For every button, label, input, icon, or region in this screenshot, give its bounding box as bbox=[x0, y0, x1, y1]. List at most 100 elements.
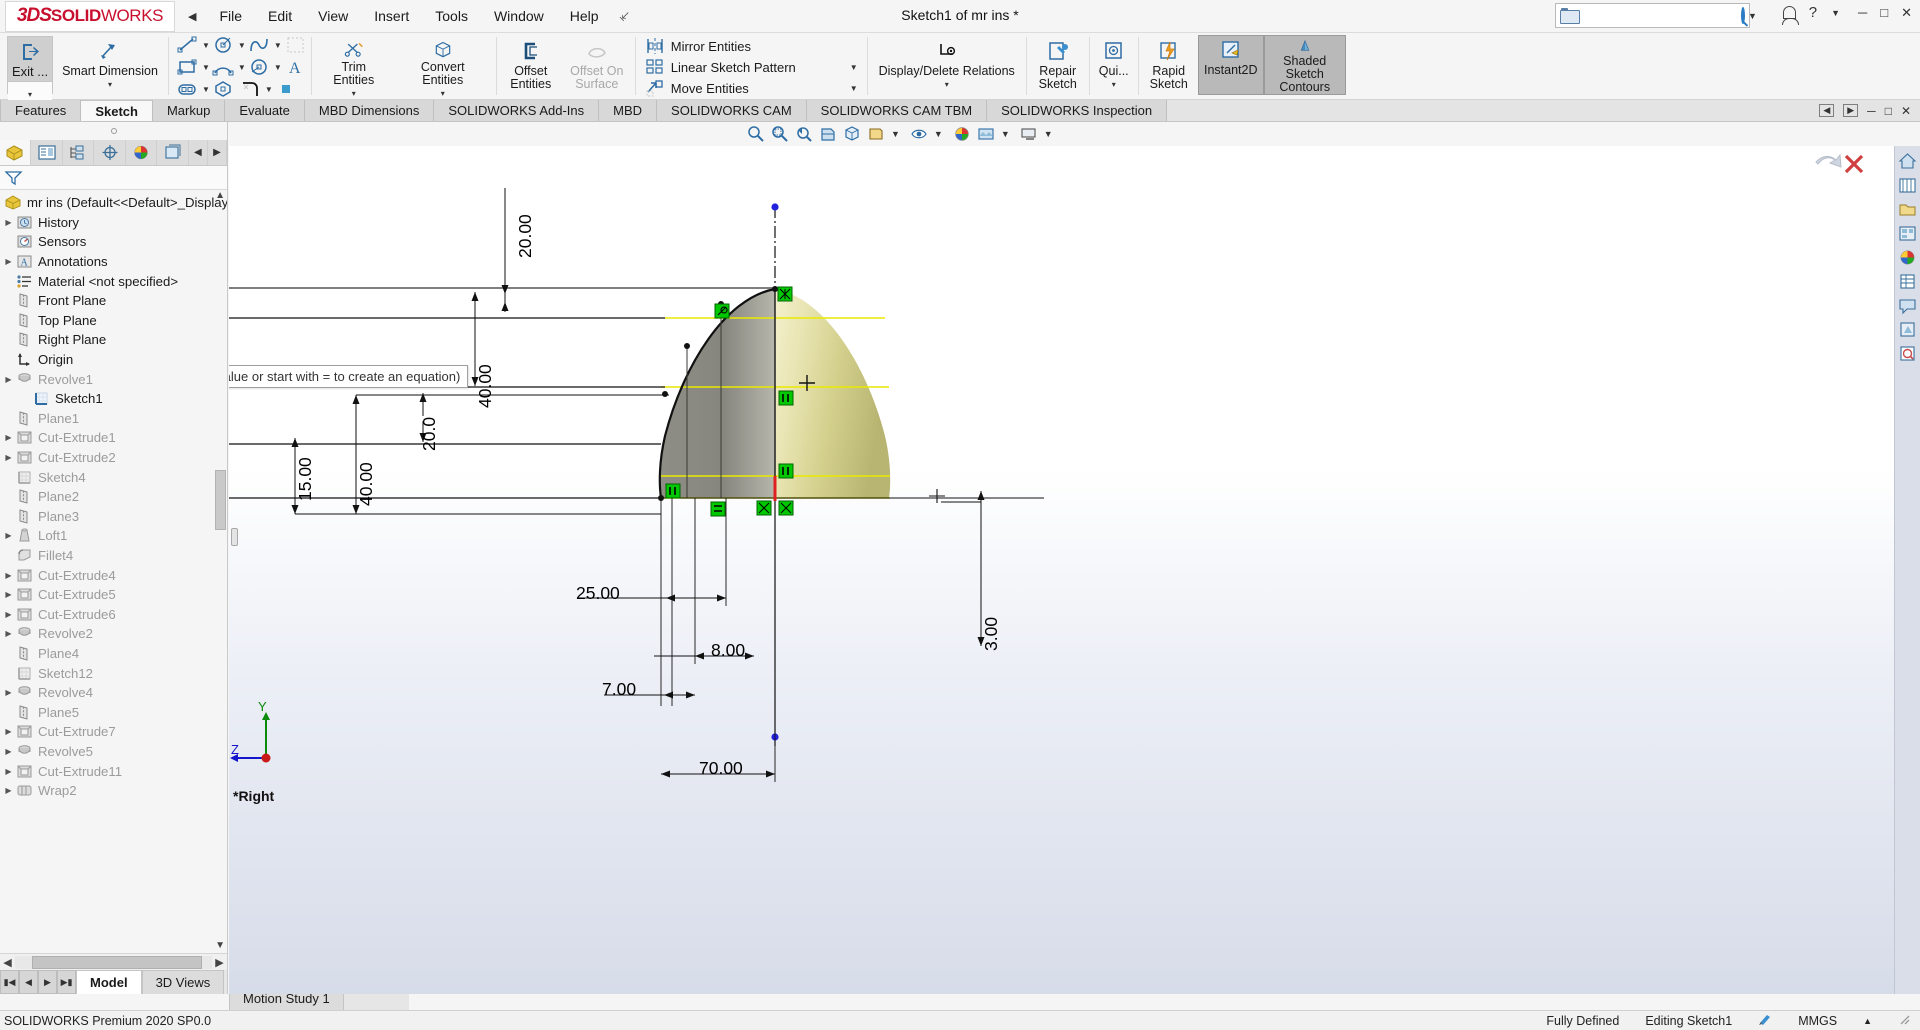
tree-item-sketch4[interactable]: Sketch4 bbox=[0, 467, 227, 487]
tree-item-right-plane[interactable]: Right Plane bbox=[0, 330, 227, 350]
point-tool-button[interactable] bbox=[274, 80, 300, 98]
menu-window[interactable]: Window bbox=[481, 5, 557, 27]
tree-scrollbar-thumb[interactable] bbox=[215, 470, 226, 530]
tree-item-material-not-specified[interactable]: Material <not specified> bbox=[0, 271, 227, 291]
relation-vertical-1[interactable] bbox=[778, 390, 794, 406]
instant2d-button[interactable]: Instant2D bbox=[1197, 35, 1264, 95]
tree-expand-chevron-icon[interactable]: ▶ bbox=[2, 571, 15, 580]
apply-scene-icon[interactable] bbox=[976, 124, 996, 144]
hide-show-items-icon[interactable] bbox=[909, 124, 929, 144]
apply-scene-chevron-icon[interactable]: ▼ bbox=[1001, 129, 1010, 139]
tree-expand-chevron-icon[interactable]: ▶ bbox=[2, 747, 15, 756]
tree-expand-chevron-icon[interactable]: ▶ bbox=[2, 218, 15, 227]
doc-minimize-icon[interactable]: ─ bbox=[1867, 104, 1876, 118]
tree-item-plane1[interactable]: Plane1 bbox=[0, 409, 227, 429]
repair-sketch-button[interactable]: Repair Sketch bbox=[1030, 37, 1086, 99]
hide-show-chevron-icon[interactable]: ▼ bbox=[934, 129, 943, 139]
tree-item-revolve4[interactable]: ▶ Revolve4 bbox=[0, 683, 227, 703]
close-icon[interactable]: ✕ bbox=[1901, 5, 1912, 21]
tree-expand-chevron-icon[interactable]: ▶ bbox=[2, 453, 15, 462]
solidworks-forum-icon[interactable] bbox=[1897, 294, 1919, 316]
polygon-tool-button[interactable] bbox=[211, 80, 237, 98]
bottom-tab-model[interactable]: Model bbox=[76, 970, 142, 994]
ellipse-chevron-icon[interactable]: ▼ bbox=[274, 63, 282, 72]
tab-mbd[interactable]: MBD bbox=[599, 100, 658, 121]
tab-mbd-dimensions[interactable]: MBD Dimensions bbox=[304, 100, 435, 121]
rectangle-tool-button[interactable] bbox=[175, 58, 201, 76]
units-label[interactable]: MMGS bbox=[1798, 1014, 1837, 1028]
dimension-15[interactable]: 15.00 bbox=[295, 457, 316, 501]
tab-solidworks-add-ins[interactable]: SOLIDWORKS Add-Ins bbox=[434, 100, 600, 121]
tab-sketch[interactable]: Sketch bbox=[81, 100, 153, 121]
view-orientation-icon[interactable] bbox=[842, 124, 862, 144]
tree-item-cut-extrude2[interactable]: ▶ Cut-Extrude2 bbox=[0, 448, 227, 468]
help-chevron-icon[interactable]: ▼ bbox=[1831, 8, 1840, 18]
search-icon[interactable] bbox=[1741, 7, 1745, 24]
tree-item-loft1[interactable]: ▶ Loft1 bbox=[0, 526, 227, 546]
sketch-point-2[interactable] bbox=[684, 343, 690, 349]
appearances-scenes-icon[interactable] bbox=[1897, 246, 1919, 268]
tree-item-cut-extrude1[interactable]: ▶ Cut-Extrude1 bbox=[0, 428, 227, 448]
tree-hscroll-right-icon[interactable]: ▶ bbox=[212, 956, 227, 969]
circle-tool-button[interactable] bbox=[211, 36, 237, 54]
tab-evaluate[interactable]: Evaluate bbox=[225, 100, 305, 121]
smart-dimension-button[interactable]: Smart Dimension ▾ bbox=[55, 37, 165, 99]
sketch-point-apex[interactable] bbox=[772, 286, 778, 292]
dimension-8[interactable]: 8.00 bbox=[711, 640, 745, 661]
zoom-to-area-icon[interactable] bbox=[770, 124, 790, 144]
spline-tool-button[interactable] bbox=[247, 36, 273, 54]
next-pane-icon[interactable]: ▶ bbox=[1843, 104, 1859, 117]
linear-sketch-pattern-button[interactable]: Linear Sketch Pattern ▼ bbox=[642, 57, 861, 78]
tree-filter-bar[interactable] bbox=[0, 166, 227, 190]
relation-equal-1[interactable] bbox=[710, 501, 726, 517]
tree-scroll-up-icon[interactable]: ▲ bbox=[215, 190, 225, 201]
rapid-sketch-button[interactable]: Rapid Sketch bbox=[1142, 37, 1196, 99]
line-chevron-icon[interactable]: ▼ bbox=[202, 41, 210, 50]
spline-chevron-icon[interactable]: ▼ bbox=[274, 41, 282, 50]
arc-chevron-icon[interactable]: ▼ bbox=[238, 63, 246, 72]
quick-snaps-button[interactable]: Qui... ▾ bbox=[1093, 37, 1135, 99]
tab-markup[interactable]: Markup bbox=[152, 100, 226, 121]
zoom-to-fit-icon[interactable] bbox=[746, 124, 766, 144]
last-tab-button[interactable]: ▶▮ bbox=[57, 970, 76, 994]
doc-restore-icon[interactable]: □ bbox=[1885, 104, 1892, 118]
menu-collapse-arrow-icon[interactable]: ◀ bbox=[188, 10, 196, 23]
menu-insert[interactable]: Insert bbox=[361, 5, 422, 27]
tab-solidworks-inspection[interactable]: SOLIDWORKS Inspection bbox=[987, 100, 1168, 121]
fillet-sketch-tool-button[interactable] bbox=[238, 80, 264, 98]
menu-view[interactable]: View bbox=[305, 5, 361, 27]
display-delete-relations-button[interactable]: Display/Delete Relations ▾ bbox=[871, 37, 1023, 99]
menu-edit[interactable]: Edit bbox=[255, 5, 305, 27]
tree-item-top-plane[interactable]: Top Plane bbox=[0, 311, 227, 331]
minimize-icon[interactable]: ─ bbox=[1858, 5, 1867, 20]
menu-file[interactable]: File bbox=[206, 5, 255, 27]
search-dropdown-chevron-icon[interactable]: ▼ bbox=[1748, 11, 1757, 21]
file-explorer-icon[interactable] bbox=[1897, 198, 1919, 220]
sketch-point-3[interactable] bbox=[662, 391, 668, 397]
display-style-icon[interactable] bbox=[866, 124, 886, 144]
search-box[interactable]: ▼ bbox=[1555, 3, 1757, 28]
offset-entities-button[interactable]: Offset Entities bbox=[500, 37, 562, 99]
tree-expand-chevron-icon[interactable]: ▶ bbox=[2, 727, 15, 736]
tree-expand-chevron-icon[interactable]: ▶ bbox=[2, 531, 15, 540]
tree-scroll-down-icon[interactable]: ▼ bbox=[215, 940, 225, 951]
tree-item-cut-extrude7[interactable]: ▶ Cut-Extrude7 bbox=[0, 722, 227, 742]
next-tab-button[interactable]: ▶ bbox=[38, 970, 57, 994]
tree-hscroll-track[interactable] bbox=[15, 955, 212, 969]
tree-item-origin[interactable]: Origin bbox=[0, 350, 227, 370]
property-manager-tab[interactable] bbox=[31, 140, 63, 165]
appearances-manager-tab[interactable] bbox=[125, 140, 158, 165]
tree-item-cut-extrude11[interactable]: ▶ Cut-Extrude11 bbox=[0, 761, 227, 781]
tree-item-sketch1[interactable]: Sketch1 bbox=[0, 389, 227, 409]
tab-solidworks-cam[interactable]: SOLIDWORKS CAM bbox=[657, 100, 807, 121]
sketch-grid-tool-button[interactable] bbox=[283, 36, 309, 54]
tree-item-revolve1[interactable]: ▶ Revolve1 bbox=[0, 369, 227, 389]
tree-item-plane4[interactable]: Plane4 bbox=[0, 644, 227, 664]
panel-collapse-handle[interactable] bbox=[0, 122, 227, 140]
relation-vertical-3[interactable] bbox=[665, 483, 681, 499]
dimension-70[interactable]: 70.00 bbox=[699, 758, 743, 779]
slot-chevron-icon[interactable]: ▼ bbox=[202, 85, 210, 94]
tree-item-plane5[interactable]: Plane5 bbox=[0, 702, 227, 722]
design-library-icon[interactable] bbox=[1897, 174, 1919, 196]
tree-item-revolve2[interactable]: ▶ Revolve2 bbox=[0, 624, 227, 644]
